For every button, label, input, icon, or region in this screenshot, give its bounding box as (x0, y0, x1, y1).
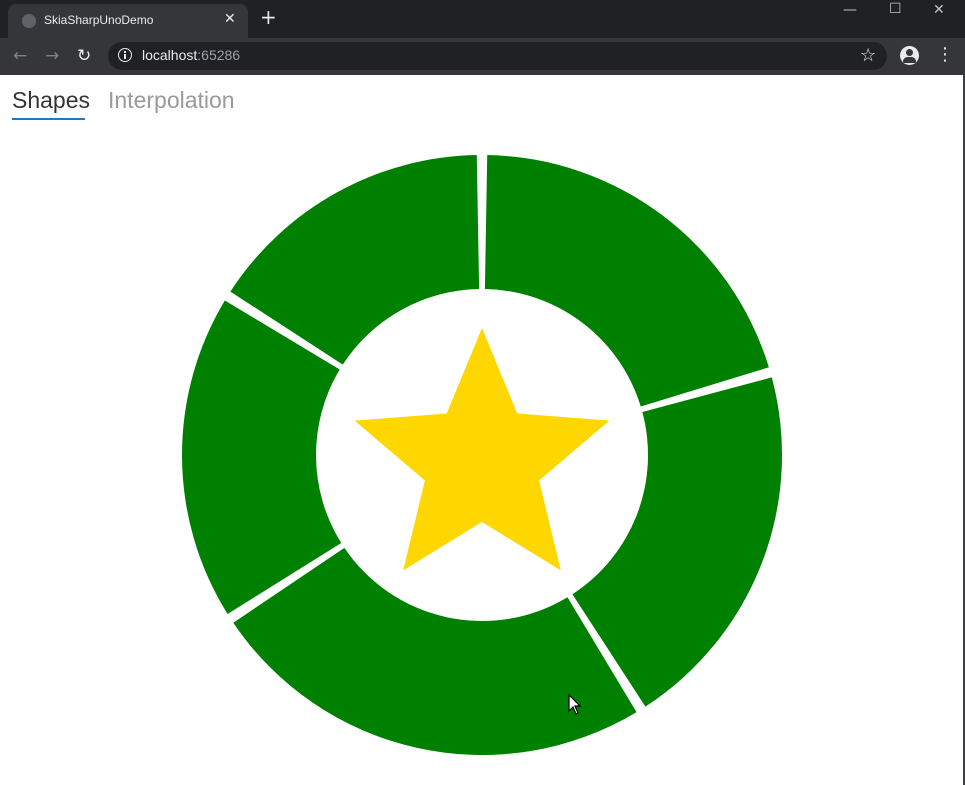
donut-segment-2 (572, 377, 783, 707)
browser-tab[interactable]: SkiaSharpUnoDemo ✕ (8, 4, 248, 38)
mouse-cursor-icon (568, 694, 582, 715)
donut-segment-3 (233, 547, 637, 755)
back-icon[interactable]: ← (13, 46, 27, 66)
minimize-icon[interactable]: — (843, 2, 857, 18)
skia-canvas[interactable] (0, 75, 963, 785)
bookmark-star-icon[interactable]: ☆ (860, 45, 876, 66)
info-icon[interactable] (118, 48, 132, 62)
account-icon[interactable] (900, 46, 919, 65)
tab-title: SkiaSharpUnoDemo (44, 13, 154, 27)
star-shape (354, 328, 610, 571)
page-content: Shapes Interpolation (0, 75, 965, 785)
donut-segment-1 (484, 155, 769, 407)
browser-titlebar: SkiaSharpUnoDemo ✕ + — ☐ ✕ (0, 0, 965, 38)
maximize-icon[interactable]: ☐ (889, 1, 902, 17)
forward-icon[interactable]: → (45, 46, 59, 66)
url-text: localhost:65286 (142, 47, 241, 63)
kebab-menu-icon[interactable]: ⋮ (936, 44, 954, 66)
globe-icon (22, 14, 36, 28)
tab-close-icon[interactable]: ✕ (224, 11, 236, 27)
close-icon[interactable]: ✕ (933, 2, 945, 18)
address-bar[interactable]: localhost:65286 ☆ (108, 42, 887, 70)
reload-icon[interactable]: ↻ (77, 46, 91, 66)
browser-toolbar: ← → ↻ localhost:65286 ☆ ⋮ (0, 38, 965, 75)
new-tab-icon[interactable]: + (260, 7, 277, 27)
